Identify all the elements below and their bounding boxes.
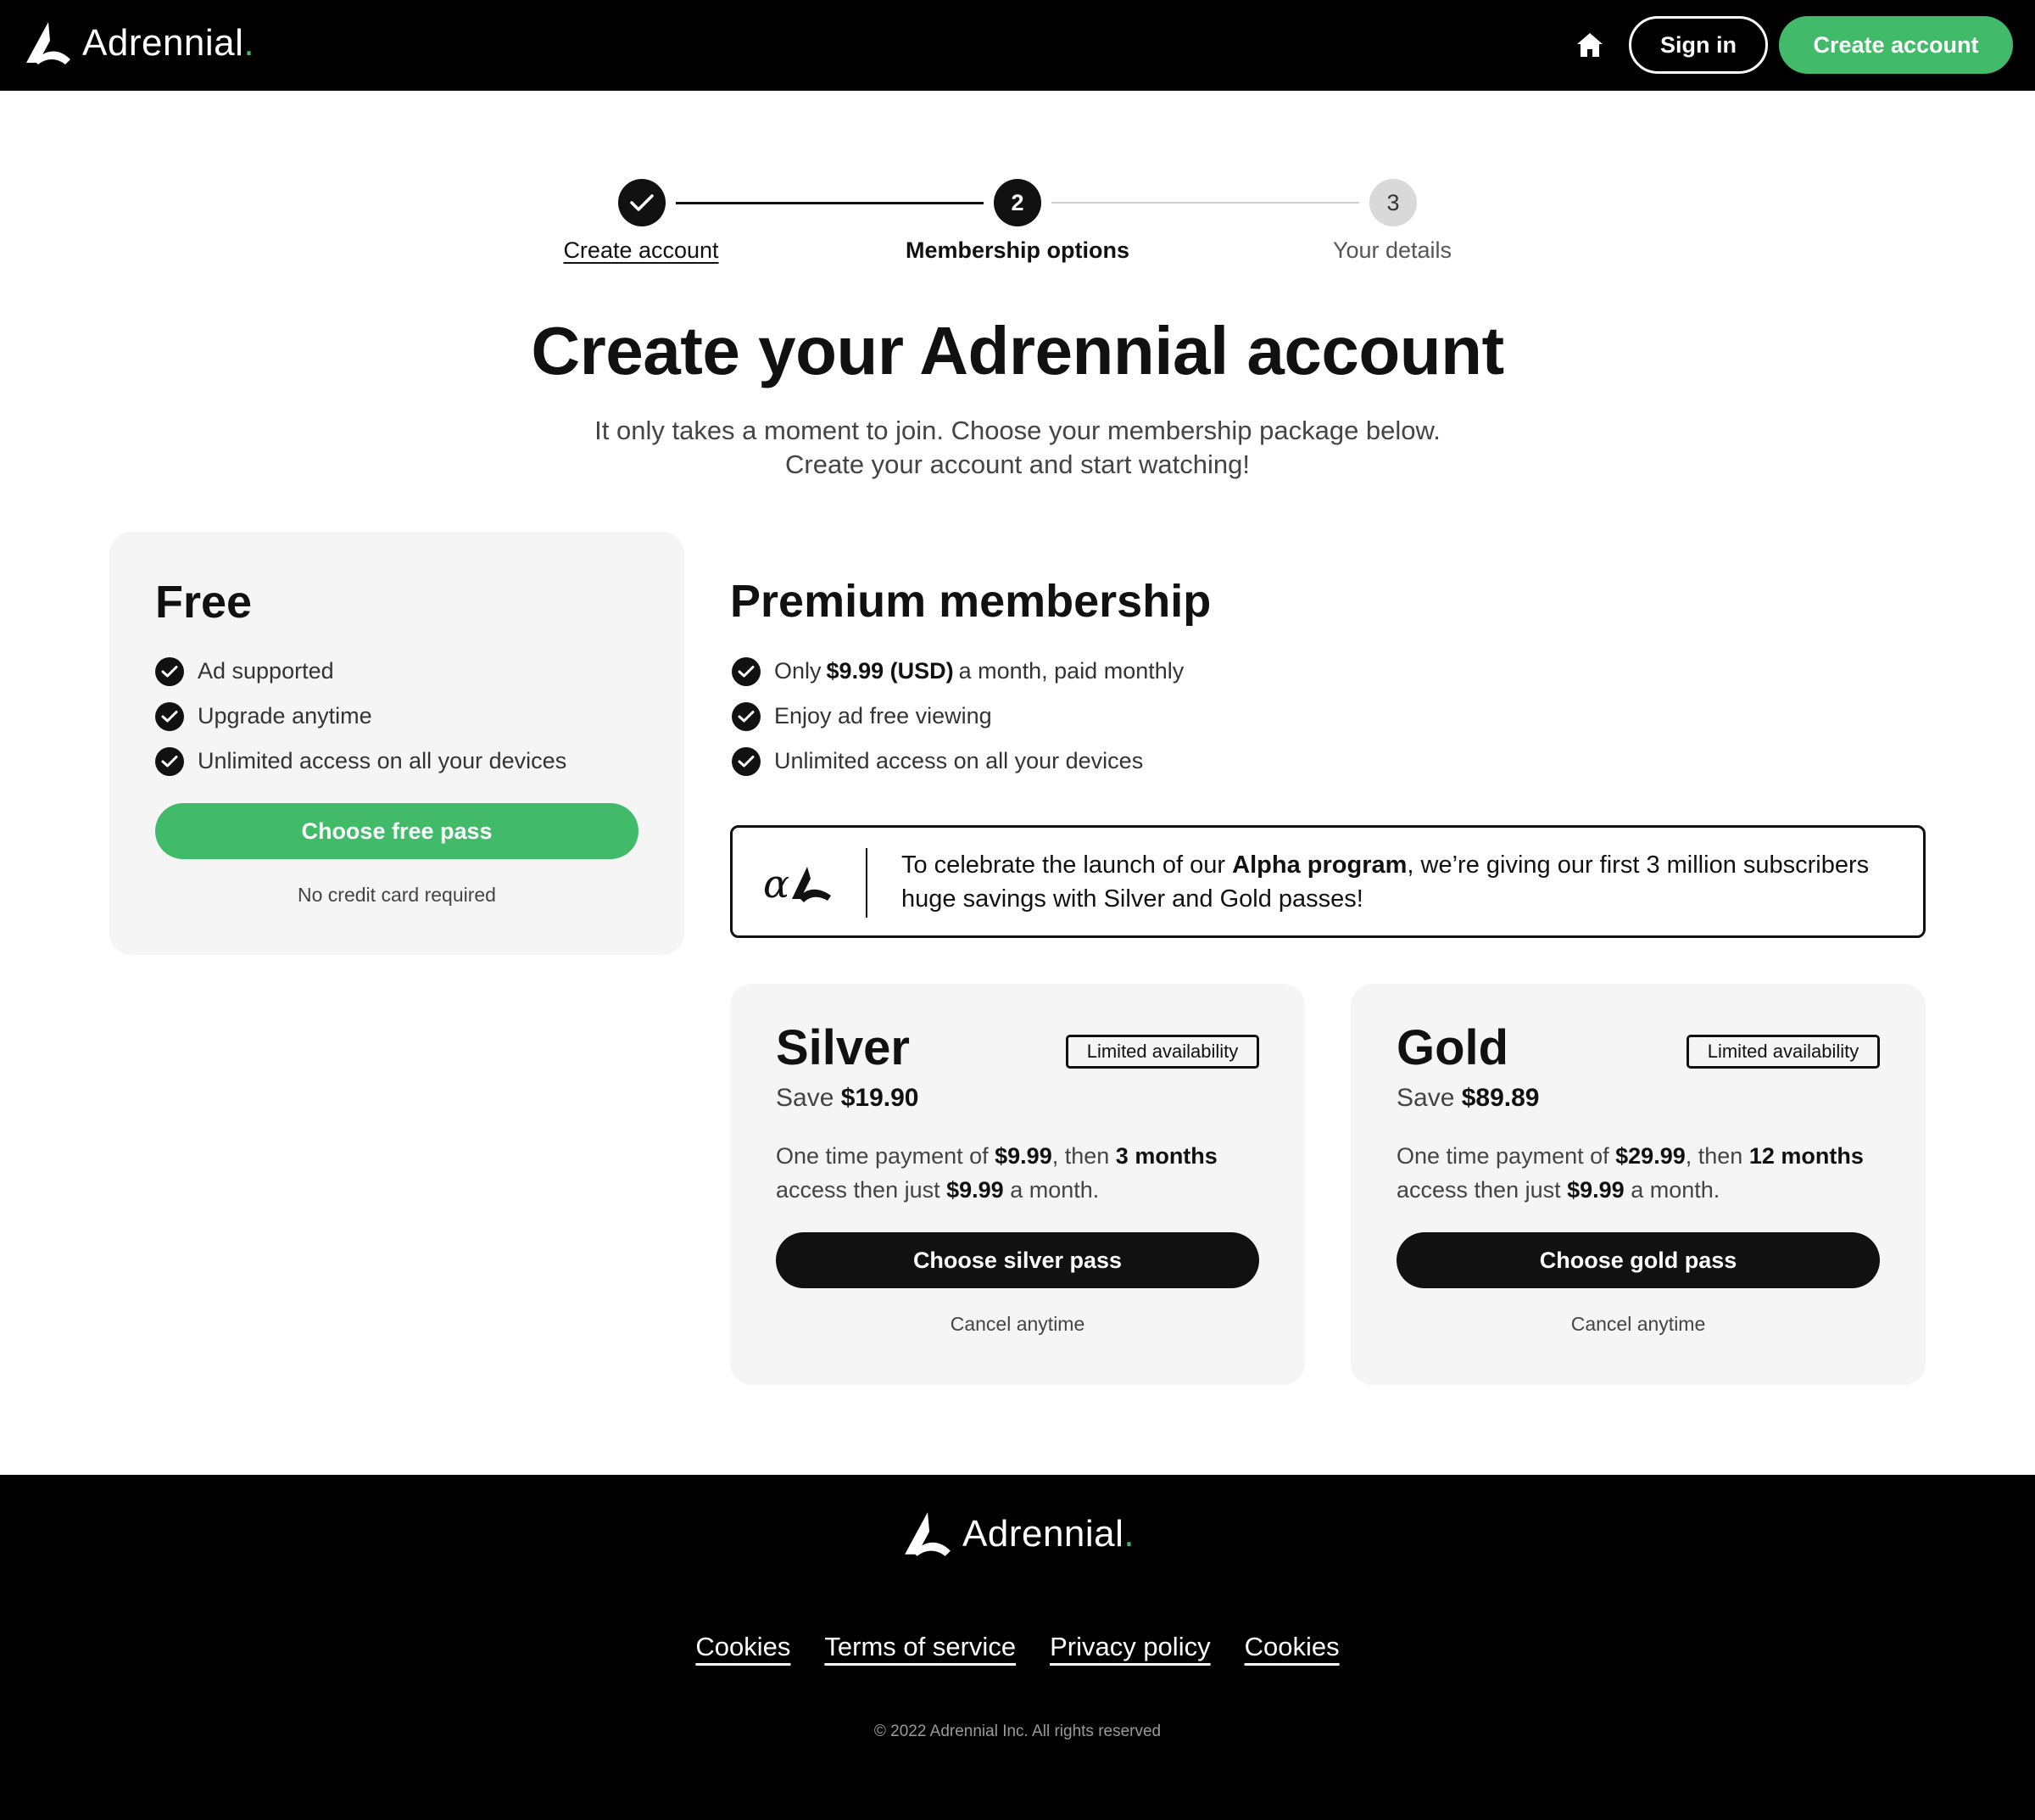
- page-subtitle: It only takes a moment to join. Choose y…: [594, 416, 1441, 479]
- desc-text: a month.: [1010, 1177, 1100, 1203]
- choose-free-pass-button[interactable]: Choose free pass: [155, 803, 638, 859]
- alpha-program-banner: α To celebrate the launch of our Alpha p…: [730, 825, 1926, 938]
- footer-link-privacy[interactable]: Privacy policy: [1050, 1632, 1211, 1662]
- desc-text: One time payment of: [1397, 1143, 1609, 1169]
- brand-logo[interactable]: Adrennial.: [23, 20, 254, 66]
- monthly-price: $9.99: [1567, 1177, 1625, 1203]
- feature-text: Unlimited access on all your devices: [774, 748, 1144, 773]
- svg-text:α: α: [763, 863, 789, 904]
- save-label: Save: [1397, 1084, 1455, 1112]
- footer-link-cookies[interactable]: Cookies: [695, 1632, 790, 1662]
- free-plan-features: Ad supported Upgrade anytime Unlimited a…: [155, 649, 566, 784]
- feature-item: Unlimited access on all your devices: [732, 739, 1184, 784]
- step-1-label-link[interactable]: Create account: [505, 237, 777, 264]
- promo-text: To celebrate the launch of our Alpha pro…: [901, 848, 1876, 916]
- sign-in-button[interactable]: Sign in: [1629, 16, 1768, 74]
- cancel-anytime-note: Cancel anytime: [950, 1313, 1085, 1335]
- premium-title: Premium membership: [730, 576, 1212, 627]
- brand-dot: .: [243, 22, 254, 64]
- feature-text: Enjoy ad free viewing: [774, 703, 992, 729]
- step-1-indicator: [618, 179, 666, 226]
- desc-text: access then just: [1397, 1177, 1561, 1203]
- copyright-text: © 2022 Adrennial Inc. All rights reserve…: [873, 1722, 1162, 1740]
- feature-item: Enjoy ad free viewing: [732, 694, 1184, 739]
- feature-item: Ad supported: [155, 649, 566, 694]
- create-account-button[interactable]: Create account: [1779, 16, 2013, 74]
- cancel-anytime-note: Cancel anytime: [1570, 1313, 1706, 1335]
- brand-name: Adrennial: [82, 22, 244, 64]
- no-credit-card-note: No credit card required: [298, 884, 496, 906]
- desc-text: One time payment of: [776, 1143, 989, 1169]
- checkmark-icon: [630, 194, 654, 211]
- banner-divider: [866, 848, 867, 918]
- limited-availability-badge: Limited availability: [1687, 1035, 1880, 1069]
- step-connector-completed: [676, 202, 984, 204]
- feature-text: Upgrade anytime: [198, 703, 372, 729]
- brand-dot: .: [1123, 1513, 1135, 1555]
- site-footer: Adrennial. Cookies Terms of service Priv…: [0, 1475, 2035, 1820]
- feature-item: Unlimited access on all your devices: [155, 739, 566, 784]
- home-icon: [1577, 33, 1603, 57]
- step-2-indicator: 2: [994, 179, 1041, 226]
- access-duration: 12 months: [1748, 1143, 1864, 1169]
- step-2-label: Membership options: [905, 237, 1129, 263]
- save-label: Save: [776, 1084, 834, 1112]
- promo-text-start: To celebrate the launch of our: [901, 851, 1226, 879]
- gold-savings: Save $89.89: [1397, 1084, 1540, 1113]
- silver-title: Silver: [776, 1020, 910, 1075]
- free-plan-card: Free Ad supported Upgrade anytime Unlimi…: [109, 532, 684, 955]
- footer-brand-logo[interactable]: Adrennial.: [901, 1510, 1135, 1558]
- brand-name: Adrennial: [962, 1513, 1124, 1555]
- monthly-price: $9.99: [946, 1177, 1004, 1203]
- feature-text-suffix: a month, paid monthly: [958, 658, 1185, 684]
- feature-text: Ad supported: [198, 658, 334, 684]
- save-amount: $89.89: [1461, 1084, 1540, 1112]
- footer-link-terms[interactable]: Terms of service: [824, 1632, 1016, 1662]
- page-title: Create your Adrennial account: [531, 313, 1504, 388]
- access-duration: 3 months: [1115, 1143, 1218, 1169]
- check-circle-icon: [732, 701, 761, 731]
- check-circle-icon: [155, 701, 184, 731]
- feature-text-prefix: Only: [774, 658, 822, 684]
- save-amount: $19.90: [840, 1084, 919, 1112]
- gold-description: One time payment of $29.99, then 12 mont…: [1397, 1139, 1880, 1207]
- check-circle-icon: [155, 746, 184, 776]
- footer-link-cookies-2[interactable]: Cookies: [1245, 1632, 1340, 1662]
- silver-savings: Save $19.90: [776, 1084, 919, 1113]
- choose-gold-pass-button[interactable]: Choose gold pass: [1397, 1232, 1880, 1288]
- premium-monthly-price: $9.99 (USD): [826, 658, 954, 684]
- feature-item: Upgrade anytime: [155, 694, 566, 739]
- alpha-program-name: Alpha program: [1232, 851, 1408, 879]
- one-time-payment: $9.99: [995, 1143, 1052, 1169]
- free-plan-title: Free: [155, 577, 253, 628]
- step-connector-upcoming: [1051, 202, 1359, 204]
- one-time-payment: $29.99: [1615, 1143, 1686, 1169]
- limited-availability-badge: Limited availability: [1066, 1035, 1259, 1069]
- adrennial-logo-icon: [905, 1512, 951, 1556]
- home-button[interactable]: [1571, 27, 1608, 63]
- footer-links: Cookies Terms of service Privacy policy …: [0, 1632, 2035, 1662]
- alpha-program-logo-icon: α: [763, 863, 831, 904]
- desc-text: a month.: [1631, 1177, 1720, 1203]
- desc-text: , then: [1685, 1143, 1743, 1169]
- step-3-label: Your details: [1332, 237, 1452, 263]
- top-navbar: Adrennial. Sign in Create account: [0, 0, 2035, 91]
- gold-pass-card: Gold Limited availability Save $89.89 On…: [1351, 984, 1926, 1385]
- adrennial-logo-icon: [26, 22, 70, 64]
- gold-title: Gold: [1397, 1020, 1509, 1075]
- feature-item: Only $9.99 (USD) a month, paid monthly: [732, 649, 1184, 694]
- check-circle-icon: [155, 656, 184, 686]
- check-circle-icon: [732, 746, 761, 776]
- feature-text: Unlimited access on all your devices: [198, 748, 567, 773]
- premium-features: Only $9.99 (USD) a month, paid monthly E…: [732, 649, 1184, 784]
- step-3-indicator: 3: [1369, 179, 1417, 226]
- choose-silver-pass-button[interactable]: Choose silver pass: [776, 1232, 1259, 1288]
- desc-text: , then: [1051, 1143, 1110, 1169]
- silver-pass-card: Silver Limited availability Save $19.90 …: [730, 984, 1305, 1385]
- check-circle-icon: [732, 656, 761, 686]
- silver-description: One time payment of $9.99, then 3 months…: [776, 1139, 1259, 1207]
- desc-text: access then just: [776, 1177, 940, 1203]
